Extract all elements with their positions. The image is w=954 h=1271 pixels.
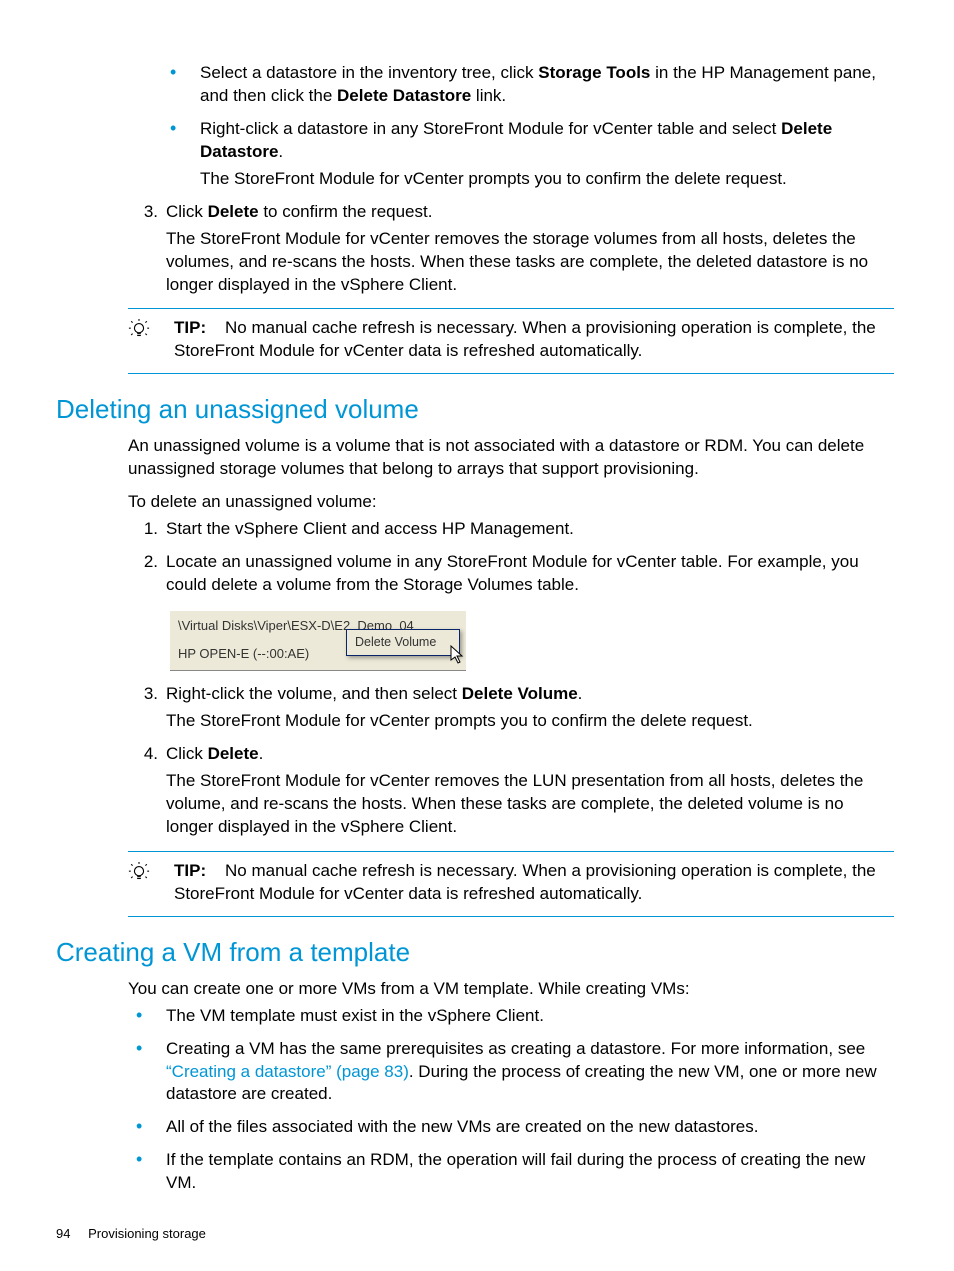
tip-label: TIP: (174, 861, 206, 880)
body-text: Click (166, 202, 208, 221)
top-step-list: 3. Click Delete to confirm the request. … (56, 201, 894, 297)
cross-reference-link[interactable]: “Creating a datastore” (page 83) (166, 1062, 409, 1081)
context-menu-screenshot: \Virtual Disks\Viper\ESX-D\E2_Demo_04 HP… (170, 611, 466, 671)
screenshot-background: \Virtual Disks\Viper\ESX-D\E2_Demo_04 HP… (170, 611, 466, 671)
body-text: An unassigned volume is a volume that is… (128, 435, 894, 481)
cursor-icon (450, 645, 466, 672)
context-menu: Delete Volume (346, 629, 460, 656)
section-heading: Deleting an unassigned volume (56, 392, 894, 427)
body-text: The StoreFront Module for vCenter remove… (166, 228, 894, 297)
body-text: . (578, 684, 583, 703)
step-number: 1. (128, 518, 158, 541)
body-text: Start the vSphere Client and access HP M… (166, 519, 574, 538)
strong-text: Delete Volume (462, 684, 578, 703)
list-item: 1. Start the vSphere Client and access H… (56, 518, 894, 541)
body-text: No manual cache refresh is necessary. Wh… (174, 861, 876, 903)
tip-block: TIP: No manual cache refresh is necessar… (128, 851, 894, 917)
tip-block: TIP: No manual cache refresh is necessar… (128, 308, 894, 374)
body-text: Right-click the volume, and then select (166, 684, 462, 703)
document-page: Select a datastore in the inventory tree… (0, 0, 954, 1271)
step-number: 4. (128, 743, 158, 766)
step-number: 3. (128, 201, 158, 224)
body-text: The StoreFront Module for vCenter prompt… (166, 710, 894, 733)
body-text: . (278, 142, 283, 161)
body-text: . (259, 744, 264, 763)
list-item: All of the files associated with the new… (56, 1116, 894, 1139)
body-text: Click (166, 744, 208, 763)
page-footer: 94 Provisioning storage (56, 1225, 206, 1243)
step-number: 2. (128, 551, 158, 574)
tip-icon (128, 317, 154, 363)
body-text: The StoreFront Module for vCenter prompt… (200, 168, 894, 191)
tip-text: TIP: No manual cache refresh is necessar… (174, 317, 894, 363)
delete-volume-steps-cont: 3. Right-click the volume, and then sele… (56, 683, 894, 839)
list-item: If the template contains an RDM, the ope… (56, 1149, 894, 1195)
list-item: Right-click a datastore in any StoreFron… (56, 118, 894, 191)
strong-text: Delete (208, 744, 259, 763)
body-text: Select a datastore in the inventory tree… (200, 63, 538, 82)
body-text: To delete an unassigned volume: (128, 491, 894, 514)
body-text: You can create one or more VMs from a VM… (128, 978, 894, 1001)
body-text: If the template contains an RDM, the ope… (166, 1150, 865, 1192)
body-text: The StoreFront Module for vCenter remove… (166, 770, 894, 839)
body-text: All of the files associated with the new… (166, 1117, 759, 1136)
vm-template-bullets: The VM template must exist in the vSpher… (56, 1005, 894, 1196)
tip-icon (128, 860, 154, 906)
top-bullet-list: Select a datastore in the inventory tree… (56, 62, 894, 191)
body-text: No manual cache refresh is necessary. Wh… (174, 318, 876, 360)
delete-volume-steps: 1. Start the vSphere Client and access H… (56, 518, 894, 597)
body-text: Right-click a datastore in any StoreFron… (200, 119, 781, 138)
list-item: 4. Click Delete. The StoreFront Module f… (56, 743, 894, 839)
list-item: 3. Right-click the volume, and then sele… (56, 683, 894, 733)
tip-label: TIP: (174, 318, 206, 337)
list-item: 2. Locate an unassigned volume in any St… (56, 551, 894, 597)
step-number: 3. (128, 683, 158, 706)
strong-text: Storage Tools (538, 63, 650, 82)
chapter-title: Provisioning storage (88, 1226, 206, 1241)
body-text: to confirm the request. (259, 202, 433, 221)
list-item: Creating a VM has the same prerequisites… (56, 1038, 894, 1107)
strong-text: Delete Datastore (337, 86, 471, 105)
section-heading: Creating a VM from a template (56, 935, 894, 970)
body-text: Creating a VM has the same prerequisites… (166, 1039, 865, 1058)
tip-text: TIP: No manual cache refresh is necessar… (174, 860, 894, 906)
body-text: The VM template must exist in the vSpher… (166, 1006, 544, 1025)
body-text: link. (471, 86, 506, 105)
page-number: 94 (56, 1226, 70, 1241)
strong-text: Delete (208, 202, 259, 221)
list-item: The VM template must exist in the vSpher… (56, 1005, 894, 1028)
list-item: 3. Click Delete to confirm the request. … (56, 201, 894, 297)
body-text: Locate an unassigned volume in any Store… (166, 552, 859, 594)
list-item: Select a datastore in the inventory tree… (56, 62, 894, 108)
menu-item-delete-volume[interactable]: Delete Volume (347, 633, 459, 652)
